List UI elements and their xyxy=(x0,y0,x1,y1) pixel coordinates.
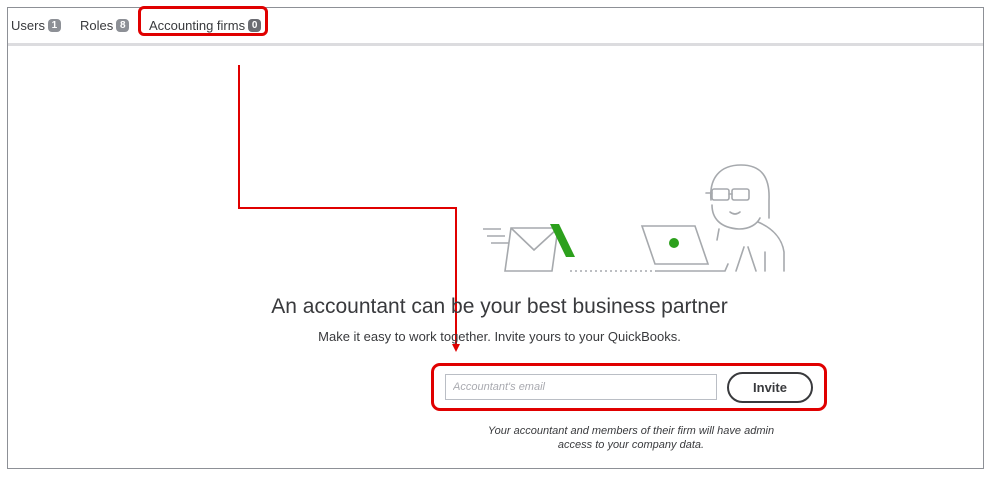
accountant-email-input[interactable] xyxy=(445,374,717,400)
empty-state-heading: An accountant can be your best business … xyxy=(271,295,728,318)
access-footnote: Your accountant and members of their fir… xyxy=(440,424,822,452)
footnote-line-1: Your accountant and members of their fir… xyxy=(487,425,775,437)
accountant-laptop-illustration xyxy=(640,164,785,272)
arrow-down-icon xyxy=(452,344,460,352)
invite-button[interactable]: Invite xyxy=(727,372,813,403)
footnote-line-2: access to your company data. xyxy=(557,439,705,451)
envelope-icon xyxy=(483,227,559,272)
green-check-mark xyxy=(550,224,575,257)
laptop-green-dot xyxy=(669,238,679,248)
empty-state-subheading: Make it easy to work together. Invite yo… xyxy=(318,329,681,344)
